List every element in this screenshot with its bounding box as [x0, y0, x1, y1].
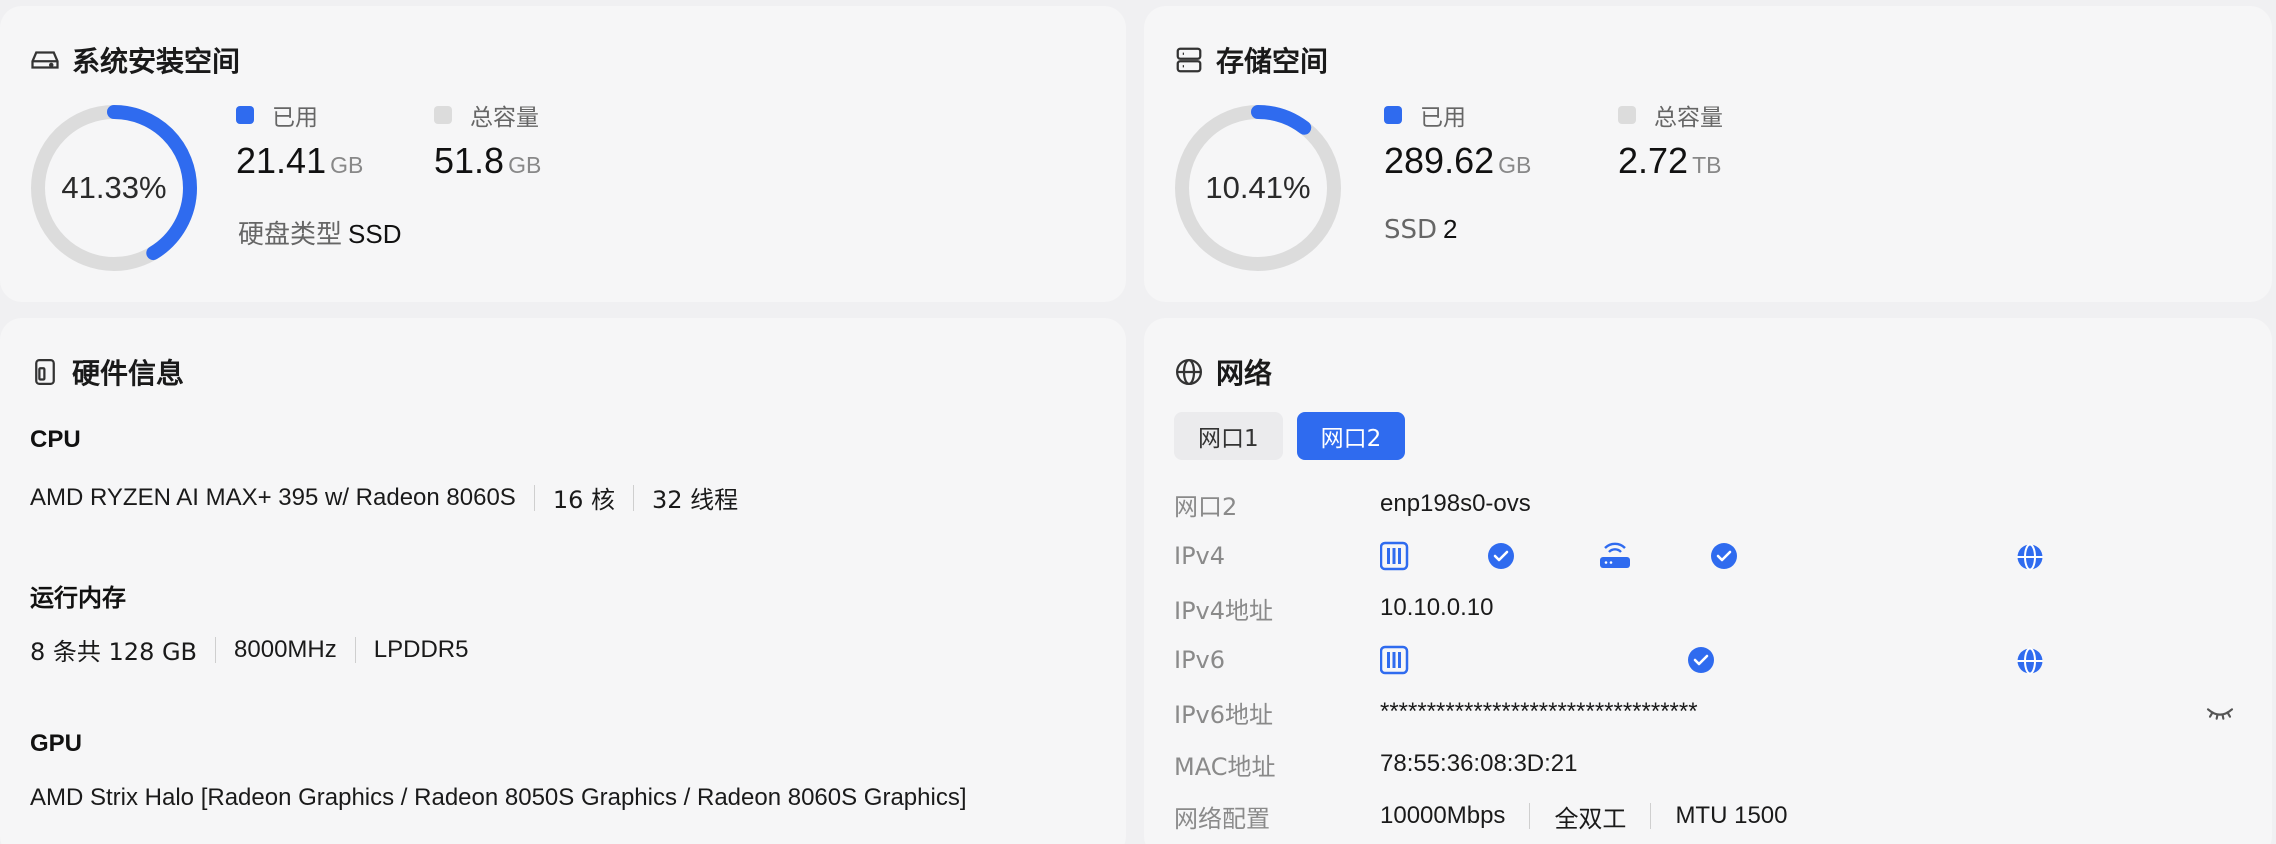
ipv6-key: IPv6	[1174, 646, 1226, 674]
storage-total-value: 2.72	[1618, 140, 1689, 181]
network-config-row: 网络配置 10000Mbps 全双工 MTU 1500	[1174, 796, 2234, 836]
divider	[1529, 803, 1531, 829]
ssd-count: SSD 2	[1384, 214, 1458, 245]
globe-icon	[1176, 359, 1202, 385]
ssd-label: SSD	[1384, 215, 1438, 245]
divider	[632, 484, 634, 511]
check-icon	[1488, 543, 1514, 569]
device-icon	[35, 359, 55, 385]
ipv6-address-row: IPv6地址 *********************************…	[1174, 692, 2234, 732]
storage-used-value: 289.62	[1384, 140, 1495, 181]
check-icon	[1688, 647, 1714, 673]
memory-speed: 8000MHz	[234, 635, 337, 663]
network-card: 网络 网口1 网口2 网口2 enp198s0-ovs IPv4 IPv4地址 …	[1144, 318, 2272, 844]
hardware-info-title: 硬件信息	[30, 352, 184, 392]
system-used-unit: GB	[330, 152, 364, 178]
ipv6-address-value: **********************************	[1380, 698, 1698, 725]
system-total-value: 51.8	[434, 140, 505, 181]
nas-device-icon	[1380, 645, 1409, 675]
memory-details: 8 条共 128 GB 8000MHz LPDDR5	[30, 632, 468, 667]
internet-globe-icon	[2017, 647, 2043, 675]
divider	[533, 484, 535, 511]
hard-drive-icon	[31, 51, 59, 69]
mac-key: MAC地址	[1174, 752, 1276, 781]
disk-type-label: 硬盘类型	[238, 220, 343, 250]
storage-used-label: 已用	[1420, 105, 1466, 131]
storage-total-unit: TB	[1692, 152, 1722, 178]
gpu-model: AMD Strix Halo [Radeon Graphics / Radeon…	[30, 784, 967, 811]
memory-type: LPDDR5	[373, 635, 469, 663]
network-title: 网络	[1174, 352, 1272, 392]
ssd-count-value: 2	[1443, 214, 1458, 244]
cpu-model: AMD RYZEN AI MAX+ 395 w/ Radeon 8060S	[30, 483, 516, 511]
check-icon	[1711, 543, 1737, 569]
memory-size: 8 条共 128 GB	[30, 638, 198, 666]
gpu-label: GPU	[30, 730, 83, 757]
mac-row: MAC地址 78:55:36:08:3D:21	[1174, 744, 2234, 784]
storage-space-card: 存储空间 10.41% 已用 289.62 GB 总容量 2.72 TB SSD 2	[1144, 6, 2272, 302]
tab-port-2[interactable]: 网口2	[1296, 412, 1406, 460]
cpu-threads: 32 线程	[651, 486, 739, 514]
used-legend-swatch	[236, 106, 254, 124]
system-used-label: 已用	[272, 105, 318, 131]
system-space-title: 系统安装空间	[30, 40, 240, 80]
ipv6-connection-path	[1380, 645, 1985, 675]
system-used-value: 21.41	[236, 140, 327, 181]
ipv4-key: IPv4	[1174, 542, 1226, 570]
used-legend-swatch	[1384, 106, 1402, 124]
storage-used-stat: 已用 289.62 GB	[1384, 98, 1531, 182]
cpu-label: CPU	[30, 426, 81, 453]
gpu-details: AMD Strix Halo [Radeon Graphics / Radeon…	[30, 784, 967, 812]
system-usage-percent: 41.33%	[61, 170, 167, 205]
disk-type-value: SSD	[348, 219, 402, 249]
system-total-unit: GB	[508, 152, 542, 178]
port-value: enp198s0-ovs	[1380, 490, 1531, 517]
system-total-label: 总容量	[470, 105, 539, 131]
server-icon	[1176, 47, 1202, 73]
total-legend-swatch	[434, 106, 452, 124]
network-config-values: 10000Mbps 全双工 MTU 1500	[1380, 799, 1787, 834]
cpu-cores: 16 核	[552, 486, 615, 514]
network-title-text: 网络	[1216, 357, 1273, 390]
ipv4-address-value: 10.10.0.10	[1380, 594, 1494, 621]
divider	[354, 636, 356, 663]
storage-space-title: 存储空间	[1174, 40, 1328, 80]
ipv4-connection-path	[1380, 541, 1805, 571]
system-space-title-text: 系统安装空间	[72, 45, 241, 78]
network-port-tabs: 网口1 网口2	[1174, 412, 1406, 460]
cpu-details: AMD RYZEN AI MAX+ 395 w/ Radeon 8060S 16…	[30, 480, 738, 515]
ipv4-address-key: IPv4地址	[1174, 596, 1274, 625]
nas-device-icon	[1380, 541, 1409, 571]
memory-label: 运行内存	[30, 584, 126, 612]
hardware-info-card: 硬件信息 CPU AMD RYZEN AI MAX+ 395 w/ Radeon…	[0, 318, 1126, 844]
mtu-value: MTU 1500	[1675, 802, 1788, 829]
storage-total-stat: 总容量 2.72 TB	[1618, 98, 1723, 182]
storage-used-unit: GB	[1498, 152, 1532, 178]
network-config-key: 网络配置	[1174, 804, 1270, 833]
tab-port-1[interactable]: 网口1	[1174, 412, 1283, 460]
system-total-stat: 总容量 51.8 GB	[434, 98, 541, 182]
hardware-info-title-text: 硬件信息	[72, 357, 185, 390]
port-key: 网口2	[1174, 492, 1238, 521]
divider	[1650, 803, 1652, 829]
system-space-card: 系统安装空间 41.33% 已用 21.41 GB 总容量 51.8 GB 硬盘类型…	[0, 6, 1126, 302]
mac-value: 78:55:36:08:3D:21	[1380, 750, 1578, 777]
duplex-mode: 全双工	[1554, 804, 1627, 833]
system-used-stat: 已用 21.41 GB	[236, 98, 363, 182]
system-usage-ring: 41.33%	[28, 102, 200, 274]
total-legend-swatch	[1618, 106, 1636, 124]
router-icon	[1600, 542, 1630, 568]
storage-total-label: 总容量	[1654, 105, 1723, 131]
divider	[215, 636, 217, 663]
port-row: 网口2 enp198s0-ovs	[1174, 484, 2234, 524]
eye-closed-icon[interactable]	[2204, 696, 2236, 728]
ipv6-address-key: IPv6地址	[1174, 700, 1274, 729]
storage-space-title-text: 存储空间	[1216, 45, 1329, 78]
disk-type: 硬盘类型 SSD	[238, 214, 401, 251]
storage-usage-percent: 10.41%	[1205, 170, 1311, 205]
link-speed: 10000Mbps	[1380, 802, 1506, 829]
ipv4-address-row: IPv4地址 10.10.0.10	[1174, 588, 2234, 628]
storage-usage-ring: 10.41%	[1172, 102, 1344, 274]
internet-globe-icon	[2017, 543, 2043, 571]
